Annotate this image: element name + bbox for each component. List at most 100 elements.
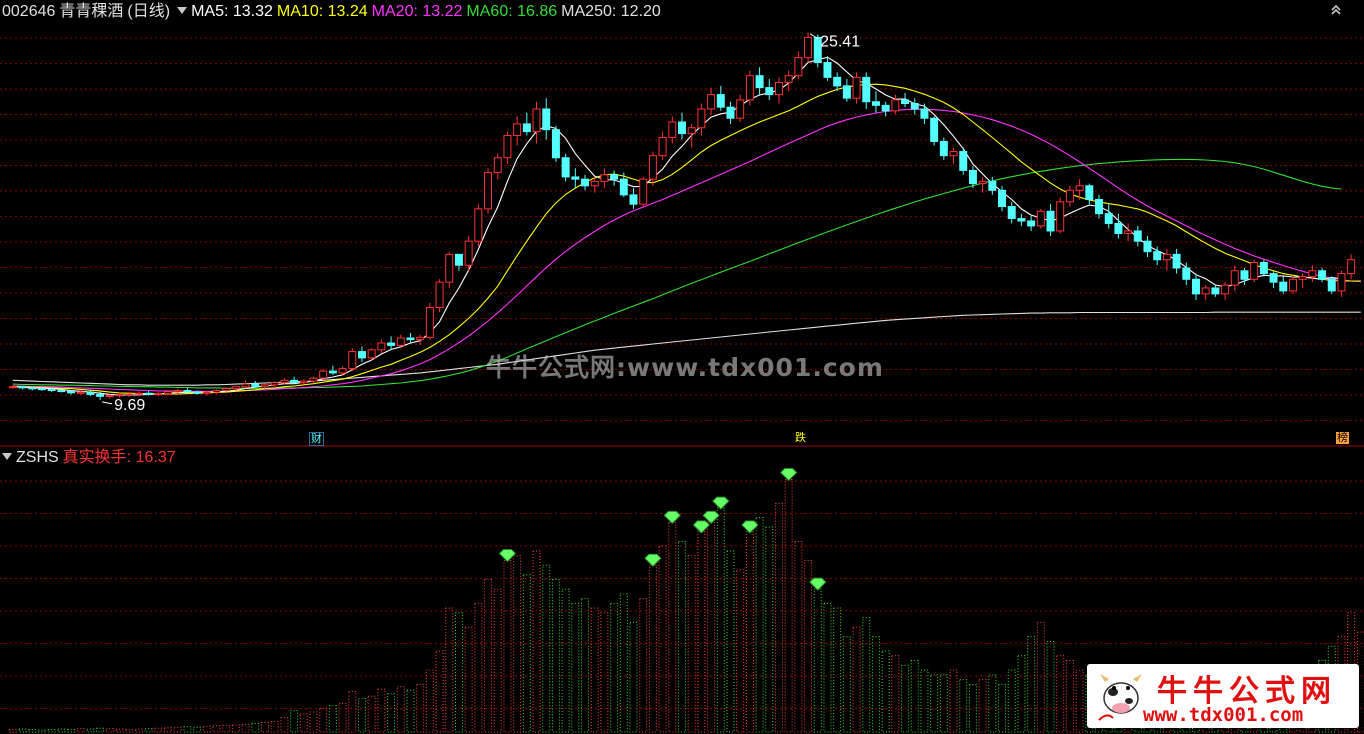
candlestick <box>1288 276 1297 294</box>
candlestick <box>522 112 531 136</box>
candlestick <box>736 94 745 123</box>
candlestick <box>1162 249 1171 271</box>
turnover-bar <box>406 689 415 733</box>
low-price-pointer <box>102 401 113 405</box>
candlestick <box>377 339 386 354</box>
turnover-bar <box>513 555 522 733</box>
turnover-bar <box>212 725 221 733</box>
candlestick <box>687 123 696 148</box>
candlestick <box>1036 208 1045 229</box>
turnover-bar <box>610 602 619 733</box>
candlestick <box>988 176 997 195</box>
event-marker-list[interactable]: 榜 <box>1336 432 1349 444</box>
turnover-bar <box>261 721 269 733</box>
indicator-label: 真实换手: <box>62 449 132 466</box>
candlestick <box>328 365 337 375</box>
event-marker-drop[interactable]: 跌 <box>794 432 807 444</box>
turnover-bar <box>678 540 686 733</box>
collapse-up-icon[interactable] <box>1330 3 1342 15</box>
stock-name: 青青稞酒 <box>59 3 124 20</box>
candlestick <box>658 131 667 160</box>
turnover-bar <box>367 695 376 733</box>
candlestick <box>581 174 590 191</box>
watermark-logo: 牛牛公式网 www.tdx001.com <box>1087 664 1359 728</box>
high-price-label: 25.41 <box>820 34 860 51</box>
candlestick <box>18 385 27 390</box>
candlestick <box>154 392 163 397</box>
turnover-bar <box>842 636 851 733</box>
candlestick <box>348 348 357 372</box>
turnover-bar <box>454 612 463 733</box>
candlestick <box>610 170 619 186</box>
chevron-down-icon[interactable] <box>2 453 12 461</box>
turnover-bar <box>600 612 609 733</box>
turnover-bar <box>871 636 880 733</box>
candlestick <box>1046 204 1055 237</box>
ma5-value: 13.32 <box>232 3 273 20</box>
candlestick <box>1017 213 1026 226</box>
turnover-bar <box>833 607 842 733</box>
turnover-bar <box>290 710 299 733</box>
candlestick <box>697 103 706 136</box>
turnover-bar <box>37 729 46 733</box>
turnover-bar <box>241 723 250 733</box>
turnover-bar <box>474 602 483 733</box>
turnover-bar <box>949 669 958 733</box>
candlestick <box>67 390 76 395</box>
turnover-bar <box>881 650 890 733</box>
turnover-bar <box>280 717 289 733</box>
turnover-signals <box>498 468 827 591</box>
chevron-down-icon[interactable] <box>177 7 188 15</box>
candlestick <box>619 172 628 198</box>
candlestick <box>1269 270 1278 288</box>
ma5-line <box>12 56 1342 396</box>
turnover-bar <box>619 593 628 733</box>
turnover-bar <box>319 707 328 733</box>
turnover-bar <box>658 545 667 733</box>
ma60-value: 16.86 <box>517 3 558 20</box>
turnover-bar <box>202 725 211 733</box>
candlestick <box>212 389 221 395</box>
turnover-bar <box>755 517 764 733</box>
turnover-bar <box>67 729 76 733</box>
candlestick <box>920 103 929 124</box>
candlestick <box>1250 259 1259 283</box>
signal-marker <box>692 520 711 534</box>
turnover-bar <box>193 726 202 733</box>
turnover-bar <box>270 721 279 733</box>
candlestick <box>804 32 813 63</box>
turnover-bar <box>57 728 66 733</box>
indicator-value: 16.37 <box>135 449 176 466</box>
turnover-bar <box>1027 636 1036 733</box>
turnover-bar <box>445 607 454 733</box>
candlestick <box>1201 285 1210 300</box>
candlestick <box>1143 236 1152 258</box>
candlestick <box>1114 213 1123 239</box>
candlestick <box>901 92 910 108</box>
candlestick <box>532 101 541 144</box>
turnover-bar <box>629 621 638 733</box>
turnover-bar <box>551 579 560 733</box>
candlestick <box>716 85 725 111</box>
candlestick <box>765 79 774 100</box>
candlestick <box>949 147 958 165</box>
turnover-bar <box>231 724 240 733</box>
event-marker-finance[interactable]: 财 <box>309 432 324 446</box>
candlestick <box>852 72 861 104</box>
turnover-bar <box>745 531 754 733</box>
turnover-bar <box>901 664 910 733</box>
candlestick <box>1191 273 1200 300</box>
candlestick <box>387 336 396 350</box>
cow-icon <box>1098 674 1142 721</box>
turnover-bar <box>154 727 163 733</box>
turnover-bar <box>251 722 260 733</box>
signal-marker <box>644 553 662 567</box>
candlestick <box>571 168 580 189</box>
turnover-bar <box>978 679 987 733</box>
turnover-bar <box>930 674 939 733</box>
low-price-label: 9.69 <box>114 397 145 414</box>
turnover-bar <box>571 602 580 733</box>
turnover-bar <box>736 569 745 733</box>
signal-marker <box>663 510 682 525</box>
candlestick <box>474 204 483 247</box>
